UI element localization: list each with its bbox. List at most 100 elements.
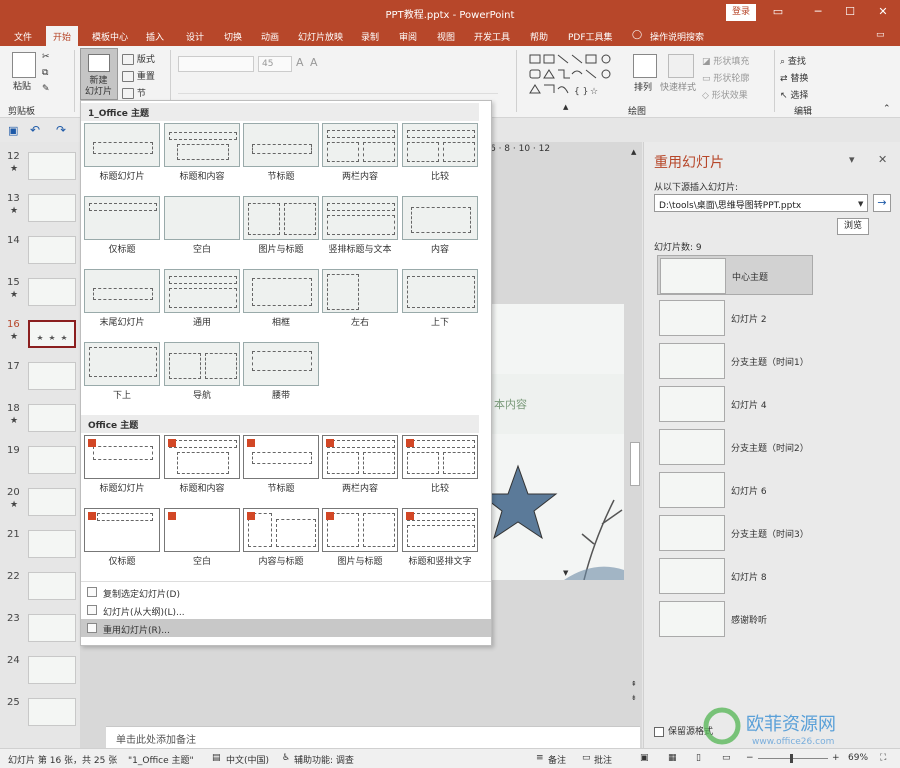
reuse-slide-item[interactable]: 幻灯片 2: [657, 298, 813, 338]
tab-slideshow[interactable]: 幻灯片放映: [298, 30, 343, 43]
tab-template[interactable]: 模板中心: [92, 30, 128, 43]
slide-thumbnail[interactable]: [28, 488, 76, 516]
tab-design[interactable]: 设计: [186, 30, 204, 43]
find-button[interactable]: ⌕ 查找: [780, 54, 806, 67]
reuse-slide-item[interactable]: 分支主题（时间2）: [657, 427, 813, 467]
layout-option[interactable]: 内容与标题: [243, 508, 319, 578]
layout-option[interactable]: 腰带: [243, 342, 319, 412]
slide-thumbnail[interactable]: [28, 404, 76, 432]
layout-option[interactable]: 下上: [84, 342, 160, 412]
pane-close-icon[interactable]: ✕: [878, 153, 887, 166]
save-icon[interactable]: ▣: [8, 124, 18, 137]
slide-sorter-icon[interactable]: ▦: [668, 753, 677, 763]
layout-option[interactable]: 标题和内容: [164, 123, 240, 193]
slide-thumbnail-selected[interactable]: [28, 320, 76, 348]
slide-thumbnail[interactable]: [28, 656, 76, 684]
status-notes-button[interactable]: 备注: [548, 753, 566, 766]
reuse-slide-item[interactable]: 分支主题（时间3）: [657, 513, 813, 553]
notes-icon[interactable]: ≡: [536, 753, 544, 763]
status-zoom[interactable]: 69%: [848, 753, 868, 763]
zoom-out-icon[interactable]: −: [746, 753, 754, 763]
slide-thumbnail[interactable]: [28, 530, 76, 558]
reuse-slide-item[interactable]: 分支主题（时间1）: [657, 341, 813, 381]
slide-thumbnail[interactable]: [28, 152, 76, 180]
replace-button[interactable]: ⇄ 替换: [780, 71, 808, 84]
accessibility-icon[interactable]: ♿: [282, 753, 290, 763]
menu-slides-from-outline[interactable]: 幻灯片(从大纲)(L)...: [81, 601, 491, 619]
layout-option[interactable]: 图片与标题: [243, 196, 319, 266]
layout-option[interactable]: 图片与标题: [322, 508, 398, 578]
layout-option[interactable]: 空白: [164, 508, 240, 578]
arrange-icon[interactable]: [633, 54, 657, 78]
status-comments-button[interactable]: 批注: [594, 753, 612, 766]
layout-option[interactable]: 仅标题: [84, 508, 160, 578]
tab-pdf[interactable]: PDF工具集: [568, 30, 613, 43]
layout-option[interactable]: 空白: [164, 196, 240, 266]
tab-insert[interactable]: 插入: [146, 30, 164, 43]
quick-style-label[interactable]: 快速样式: [660, 80, 696, 93]
font-grow-icon[interactable]: A: [296, 56, 304, 69]
layout-option[interactable]: 标题幻灯片: [84, 123, 160, 193]
reuse-slide-item[interactable]: 中心主题: [657, 255, 813, 295]
layout-option[interactable]: 导航: [164, 342, 240, 412]
zoom-in-icon[interactable]: +: [832, 753, 840, 763]
layout-option[interactable]: 内容: [402, 196, 478, 266]
layout-option[interactable]: 节标题: [243, 123, 319, 193]
slide-thumbnail[interactable]: [28, 698, 76, 726]
layout-option[interactable]: 比较: [402, 123, 478, 193]
layout-option[interactable]: 通用: [164, 269, 240, 339]
comments-icon[interactable]: ▭: [582, 753, 591, 763]
layout-option[interactable]: 两栏内容: [322, 123, 398, 193]
scroll-down-icon[interactable]: ▼: [563, 569, 568, 577]
layout-option[interactable]: 左右: [322, 269, 398, 339]
close-icon[interactable]: ✕: [873, 4, 893, 20]
star-shape[interactable]: [478, 464, 558, 540]
redo-icon[interactable]: ↷: [56, 123, 66, 137]
tab-file[interactable]: 文件: [14, 30, 32, 43]
slideshow-view-icon[interactable]: ▭: [722, 753, 731, 763]
paste-label[interactable]: 粘贴: [13, 79, 31, 92]
select-button[interactable]: ↖ 选择: [780, 88, 808, 101]
proofing-icon[interactable]: ▤: [212, 753, 221, 763]
layout-option[interactable]: 仅标题: [84, 196, 160, 266]
maximize-icon[interactable]: ☐: [840, 4, 860, 20]
arrange-label[interactable]: 排列: [634, 80, 652, 93]
tab-animations[interactable]: 动画: [261, 30, 279, 43]
next-slide-icon[interactable]: ⇟: [631, 694, 637, 702]
menu-duplicate-slide[interactable]: 复制选定幻灯片(D): [81, 583, 491, 601]
normal-view-icon[interactable]: ▣: [640, 753, 649, 763]
tab-review[interactable]: 审阅: [399, 30, 417, 43]
font-name-select[interactable]: [178, 56, 254, 72]
tab-view[interactable]: 视图: [437, 30, 455, 43]
fit-slide-icon[interactable]: ⛶: [880, 753, 886, 763]
font-shrink-icon[interactable]: A: [310, 56, 318, 69]
status-accessibility[interactable]: 辅助功能: 调查: [294, 753, 354, 766]
reuse-slide-item[interactable]: 幻灯片 8: [657, 556, 813, 596]
layout-option[interactable]: 上下: [402, 269, 478, 339]
layout-option[interactable]: 末尾幻灯片: [84, 269, 160, 339]
cut-icon[interactable]: ✂: [42, 52, 50, 62]
tab-home[interactable]: 开始: [46, 26, 79, 46]
layout-option[interactable]: 相框: [243, 269, 319, 339]
ribbon-display-icon[interactable]: ▭: [768, 4, 788, 20]
go-arrow-icon[interactable]: →: [873, 194, 891, 212]
browse-button[interactable]: 浏览: [837, 218, 869, 235]
slide-thumbnail[interactable]: [28, 362, 76, 390]
scroll-up-icon[interactable]: ▲: [563, 103, 568, 111]
layout-option[interactable]: 比较: [402, 435, 478, 505]
section-button[interactable]: 节: [122, 86, 146, 99]
font-size-select[interactable]: 45: [258, 56, 292, 72]
reuse-slide-item[interactable]: 幻灯片 4: [657, 384, 813, 424]
vertical-scrollbar-thumb[interactable]: [630, 442, 640, 486]
status-language[interactable]: 中文(中国): [226, 753, 269, 766]
tab-record[interactable]: 录制: [361, 30, 379, 43]
tab-help[interactable]: 帮助: [530, 30, 548, 43]
pane-options-icon[interactable]: ▾: [849, 153, 855, 166]
source-path-select[interactable]: D:\tools\桌面\思维导图转PPT.pptx: [654, 194, 868, 212]
shapes-gallery[interactable]: { } ☆: [528, 52, 624, 98]
zoom-slider[interactable]: [758, 758, 828, 759]
slide-thumbnail[interactable]: [28, 572, 76, 600]
layout-option[interactable]: 标题幻灯片: [84, 435, 160, 505]
zoom-slider-thumb[interactable]: [790, 754, 793, 763]
slide-thumbnail[interactable]: [28, 278, 76, 306]
